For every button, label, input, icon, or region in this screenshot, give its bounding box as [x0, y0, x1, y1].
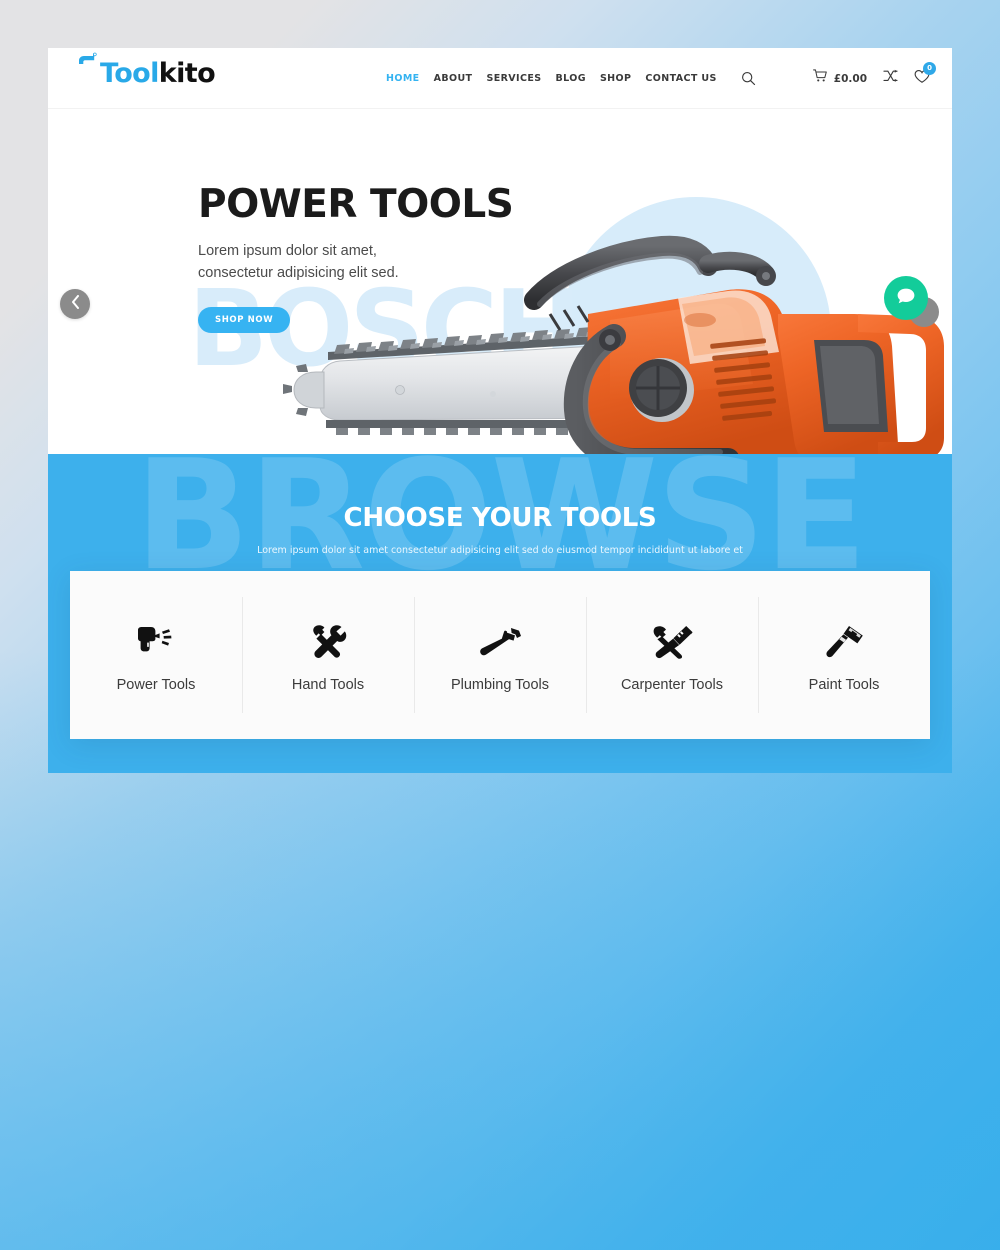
paint-roller-icon: [824, 623, 864, 661]
nav-item-shop[interactable]: SHOP: [600, 73, 631, 84]
hammer-saw-icon: [651, 623, 693, 661]
cart-icon: [812, 69, 828, 88]
drill-icon: [134, 623, 178, 661]
section-title: CHOOSE YOUR TOOLS: [343, 503, 657, 533]
category-hand-tools[interactable]: Hand Tools: [242, 571, 414, 739]
nav-item-services[interactable]: SERVICES: [486, 73, 541, 84]
nav-item-contact-us[interactable]: CONTACT US: [645, 73, 716, 84]
site-logo[interactable]: Toolkito: [74, 52, 216, 89]
compare-button[interactable]: [883, 69, 898, 88]
carousel-prev-button[interactable]: [60, 289, 90, 319]
category-label: Paint Tools: [808, 677, 880, 693]
hero-title: POWER TOOLS: [198, 182, 514, 227]
pipe-wrench-icon: [477, 623, 523, 661]
nav-item-about[interactable]: ABOUT: [434, 73, 473, 84]
compare-icon: [883, 69, 898, 88]
category-label: Plumbing Tools: [450, 677, 550, 693]
section-subtitle: Lorem ipsum dolor sit amet consectetur a…: [257, 545, 743, 556]
category-paint-tools[interactable]: Paint Tools: [758, 571, 930, 739]
wishlist-button[interactable]: 0: [914, 61, 936, 89]
cart-total: £0.00: [833, 72, 867, 85]
chevron-left-icon: [71, 294, 80, 314]
category-card: Power Tools Hand Tools Plumbing Tools Ca…: [70, 571, 930, 739]
category-power-tools[interactable]: Power Tools: [70, 571, 242, 739]
logo-text-primary: Tool: [100, 58, 159, 89]
logo-text-secondary: kito: [158, 58, 216, 89]
hero-slider: BOSCH POWER TOOLS Lorem ipsum dolor sit …: [48, 109, 952, 454]
category-label: Hand Tools: [291, 677, 365, 693]
site-header: Toolkito HOME ABOUT SERVICES BLOG SHOP C…: [48, 48, 952, 109]
chat-bubble-icon: [895, 285, 917, 312]
cart-button[interactable]: £0.00: [812, 69, 867, 88]
hammer-icon: [76, 51, 102, 82]
nav-item-blog[interactable]: BLOG: [556, 73, 586, 84]
hero-copy: POWER TOOLS Lorem ipsum dolor sit amet, …: [198, 185, 518, 333]
shop-now-button[interactable]: SHOP NOW: [198, 306, 291, 333]
hero-subtitle: Lorem ipsum dolor sit amet, consectetur …: [198, 243, 399, 282]
wishlist-count-badge: 0: [923, 61, 936, 75]
chat-widget-button[interactable]: [884, 276, 928, 320]
website-frame: Toolkito HOME ABOUT SERVICES BLOG SHOP C…: [48, 48, 952, 773]
category-plumbing-tools[interactable]: Plumbing Tools: [414, 571, 586, 739]
header-actions: £0.00 0: [812, 48, 936, 109]
main-nav: HOME ABOUT SERVICES BLOG SHOP CONTACT US: [386, 48, 756, 109]
category-label: Power Tools: [116, 677, 196, 693]
hammer-wrench-icon: [309, 623, 347, 661]
category-label: Carpenter Tools: [620, 677, 724, 693]
nav-item-home[interactable]: HOME: [386, 73, 420, 84]
category-carpenter-tools[interactable]: Carpenter Tools: [586, 571, 758, 739]
search-icon[interactable]: [741, 71, 756, 86]
